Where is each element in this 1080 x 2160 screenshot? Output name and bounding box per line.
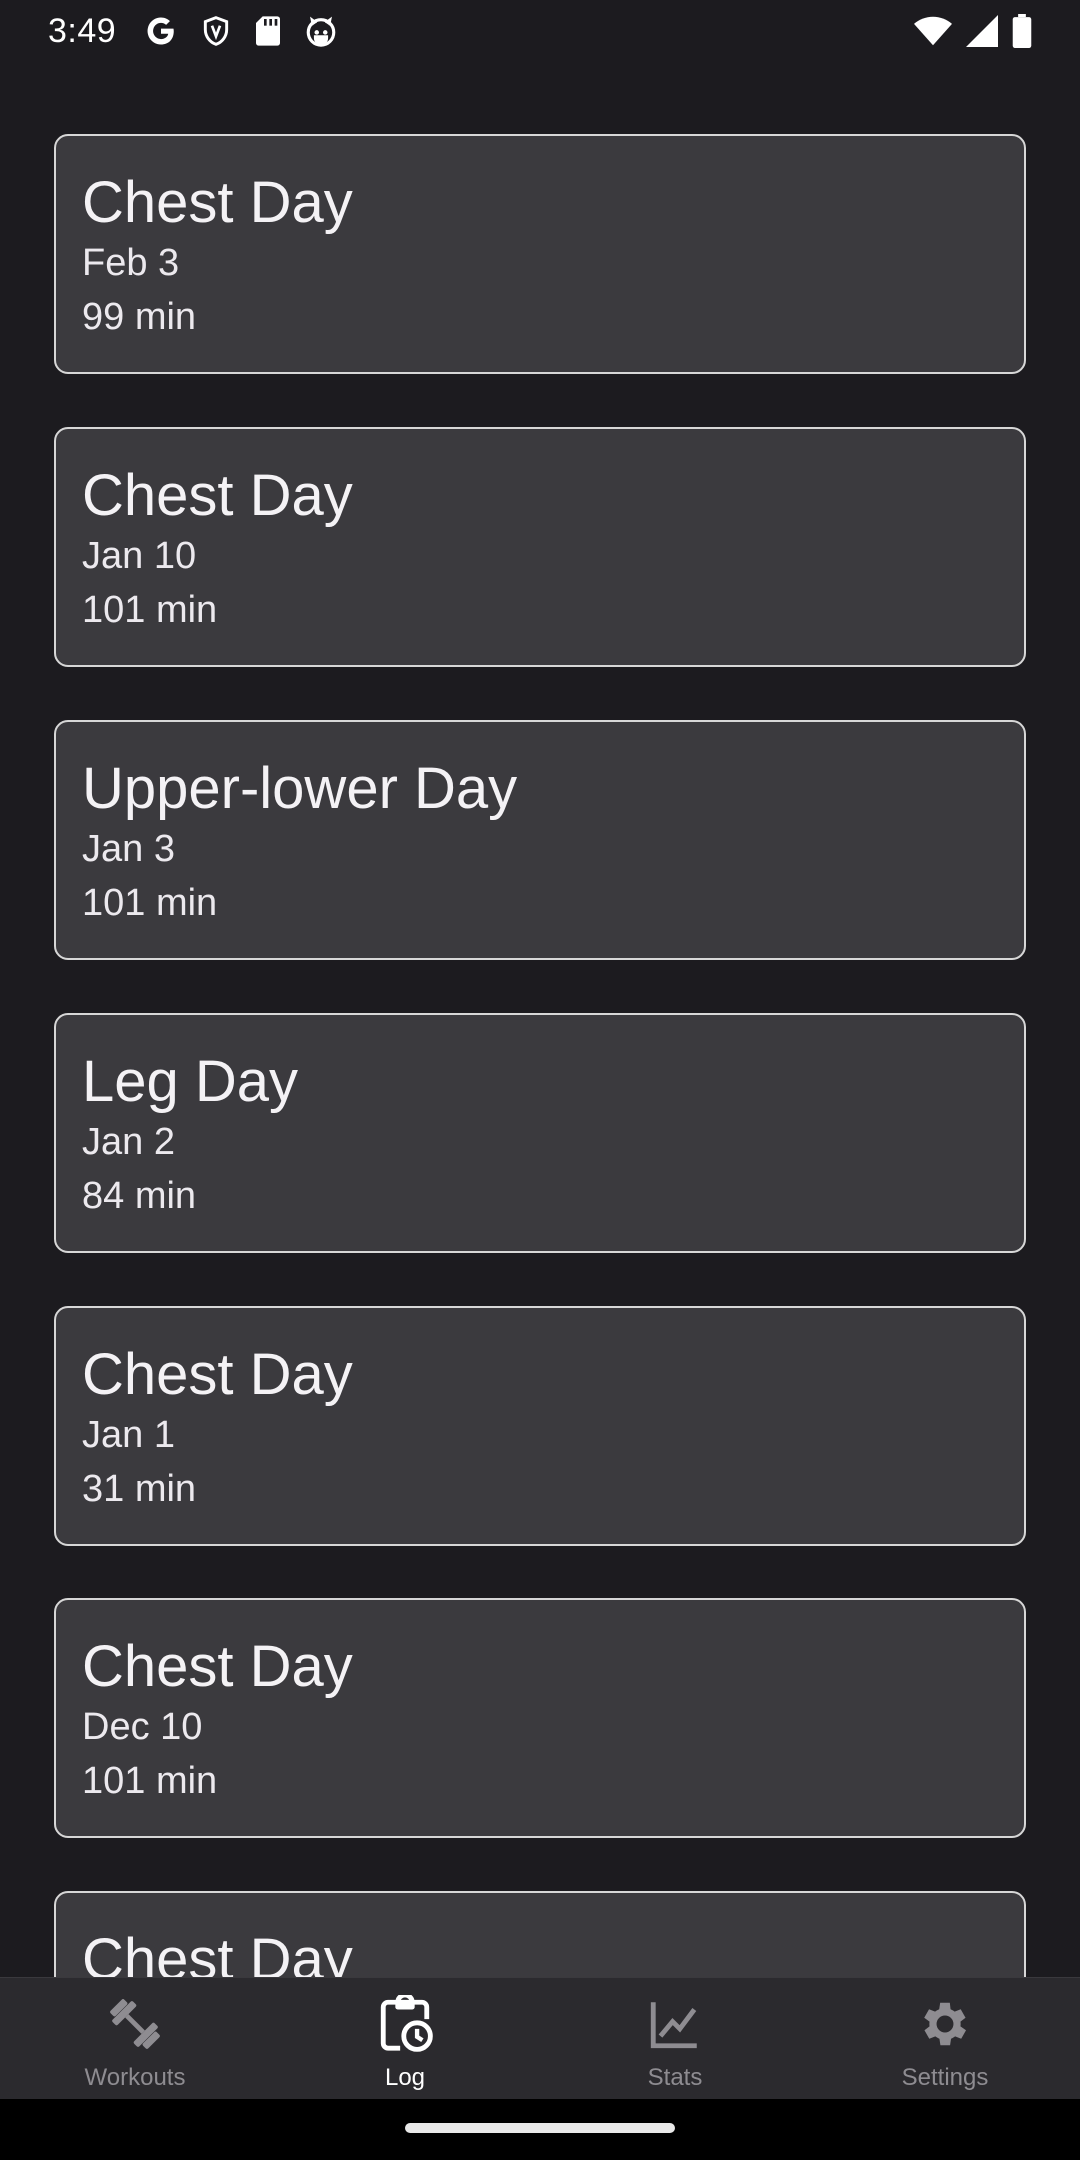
workout-date: Jan 2 (82, 1121, 175, 1163)
battery-icon (1012, 14, 1032, 48)
google-icon (144, 14, 178, 48)
workout-card[interactable]: Leg Day Jan 2 84 min (54, 1013, 1026, 1253)
workout-name: Chest Day (82, 1342, 353, 1407)
status-time: 3:49 (48, 11, 117, 50)
workout-card[interactable]: Chest Day Feb 3 99 min (54, 134, 1026, 374)
nav-label: Settings (901, 2064, 989, 2091)
wifi-icon (914, 16, 952, 46)
dumbbell-icon (103, 1992, 167, 2056)
workout-duration: 101 min (82, 589, 218, 631)
workout-name: Chest Day (82, 463, 353, 528)
workout-card[interactable]: Chest Day Jan 10 101 min (54, 427, 1026, 667)
nav-label: Log (384, 2064, 426, 2091)
nav-log[interactable]: Log (270, 1978, 540, 2100)
shield-icon (200, 14, 232, 48)
workout-name: Chest Day (82, 1634, 353, 1699)
status-right (914, 14, 1032, 48)
workout-date: Dec 10 (82, 1706, 203, 1748)
nav-workouts[interactable]: Workouts (0, 1978, 270, 2100)
workout-date: Jan 3 (82, 828, 175, 870)
gear-icon (913, 1992, 977, 2056)
workout-date: Jan 1 (82, 1414, 175, 1456)
workout-card[interactable]: Chest Day Dec 10 101 min (54, 1598, 1026, 1838)
gesture-navigation-area (0, 2099, 1080, 2160)
line-chart-icon (643, 1992, 707, 2056)
workout-date: Feb 3 (82, 242, 180, 284)
workout-duration: 99 min (82, 296, 197, 338)
workout-duration: 101 min (82, 1760, 218, 1802)
cat-icon (304, 14, 338, 48)
workout-name: Upper-lower Day (82, 756, 518, 821)
nav-label: Workouts (84, 2064, 186, 2091)
bottom-navigation: Workouts Log Stats Settings (0, 1977, 1080, 2100)
workout-card[interactable]: Upper-lower Day Jan 3 101 min (54, 720, 1026, 960)
workout-duration: 31 min (82, 1468, 197, 1510)
workout-date: Jan 10 (82, 535, 197, 577)
workout-card[interactable]: Chest Day Jan 1 31 min (54, 1306, 1026, 1546)
status-left: 3:49 (48, 12, 338, 51)
signal-icon (966, 15, 998, 47)
nav-stats[interactable]: Stats (540, 1978, 810, 2100)
workout-name: Chest Day (82, 1927, 353, 1977)
status-bar: 3:49 (0, 0, 1080, 62)
workout-duration: 84 min (82, 1175, 197, 1217)
clipboard-clock-icon (373, 1992, 437, 2056)
nav-settings[interactable]: Settings (810, 1978, 1080, 2100)
workout-card[interactable]: Chest Day (54, 1891, 1026, 1977)
nav-label: Stats (647, 2064, 703, 2091)
workout-duration: 101 min (82, 882, 218, 924)
home-gesture-handle[interactable] (405, 2123, 675, 2133)
workout-log-list[interactable]: Chest Day Feb 3 99 min Chest Day Jan 10 … (0, 62, 1080, 1977)
workout-name: Leg Day (82, 1049, 299, 1114)
sd-card-icon (254, 15, 282, 47)
workout-name: Chest Day (82, 170, 353, 235)
log-screen: 3:49 Chest Day Feb 3 99 min Chest Day Ja… (0, 0, 1080, 2160)
